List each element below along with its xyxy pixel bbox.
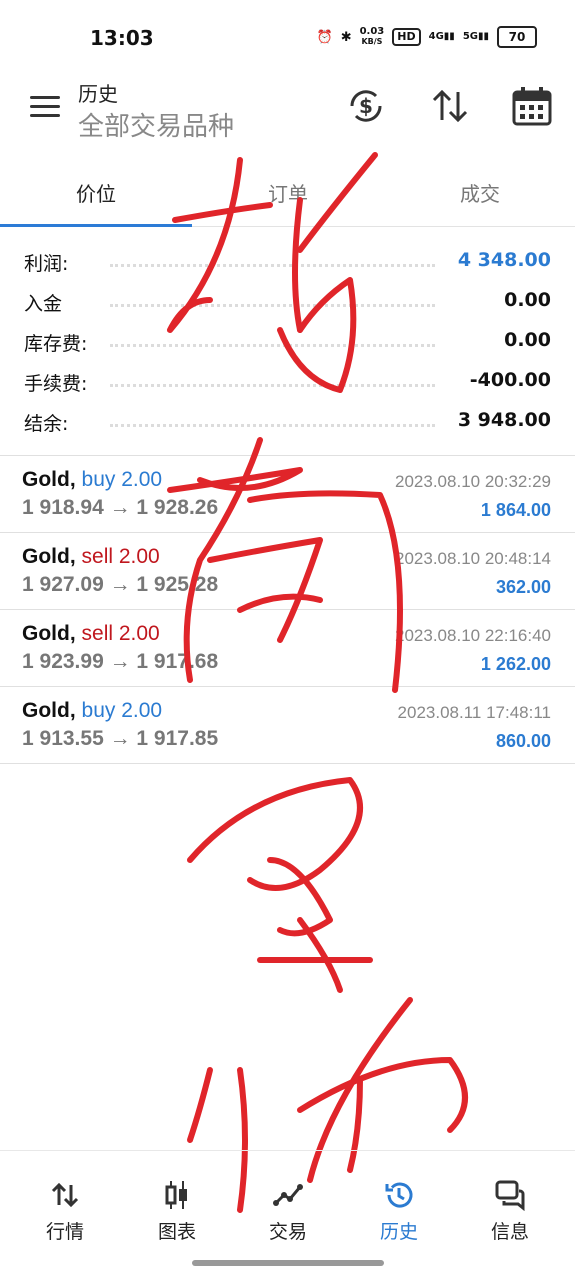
nav-label: 信息 xyxy=(490,1221,529,1243)
tab-prices[interactable]: 价位 xyxy=(0,178,192,207)
bluetooth-icon: ✱ xyxy=(340,29,352,45)
trade-time: 2023.08.11 17:48:11 xyxy=(397,703,551,722)
svg-text:$: $ xyxy=(359,94,373,118)
trade-time: 2023.08.10 20:32:29 xyxy=(395,472,551,491)
tab-orders[interactable]: 订单 xyxy=(192,178,384,207)
active-tab-indicator xyxy=(0,224,192,227)
summary-row-deposit: 入金 0.00 xyxy=(0,280,575,320)
nav-messages[interactable]: 信息 xyxy=(455,1179,565,1244)
hd-badge: HD xyxy=(392,28,421,46)
battery-icon: 70 xyxy=(497,26,537,48)
app-header: 历史 全部交易品种 $ xyxy=(0,70,575,155)
summary-panel: 利润: 4 348.00 入金 0.00 库存费: 0.00 手续费: -400… xyxy=(0,240,575,440)
trade-symbol: Gold, buy 2.00 xyxy=(22,468,163,491)
nav-trade[interactable]: 交易 xyxy=(233,1179,343,1244)
trade-prices: 1 927.09 → 1 925.28 xyxy=(22,573,219,596)
dotted-leader xyxy=(110,264,435,267)
trade-profit: 1 864.00 xyxy=(480,500,551,520)
signal-4g: 4G▮▮ xyxy=(428,31,455,42)
summary-row-commission: 手续费: -400.00 xyxy=(0,360,575,400)
history-icon xyxy=(385,1182,413,1208)
trade-row[interactable]: Gold, sell 2.00 1 927.09 → 1 925.28 2023… xyxy=(0,533,575,610)
summary-row-profit: 利润: 4 348.00 xyxy=(0,240,575,280)
trade-prices: 1 913.55 → 1 917.85 xyxy=(22,727,219,750)
trade-row[interactable]: Gold, sell 2.00 1 923.99 → 1 917.68 2023… xyxy=(0,610,575,687)
quotes-icon xyxy=(51,1182,79,1208)
nav-quotes[interactable]: 行情 xyxy=(10,1179,120,1244)
nav-label: 交易 xyxy=(268,1221,307,1243)
home-indicator[interactable] xyxy=(192,1260,384,1266)
page-title: 历史 xyxy=(78,82,118,106)
summary-value: -400.00 xyxy=(461,369,551,391)
tab-bar: 价位 订单 成交 xyxy=(0,160,575,227)
trade-side: buy 2.00 xyxy=(81,468,163,491)
trade-symbol: Gold, buy 2.00 xyxy=(22,699,163,722)
summary-label: 利润: xyxy=(24,249,77,276)
trade-symbol: Gold, sell 2.00 xyxy=(22,545,160,568)
summary-value: 0.00 xyxy=(496,329,551,351)
summary-value: 0.00 xyxy=(496,289,551,311)
network-speed: 0.03 KB/S xyxy=(359,26,385,47)
trade-time: 2023.08.10 22:16:40 xyxy=(395,626,551,645)
status-time: 13:03 xyxy=(90,26,154,50)
nav-history[interactable]: 历史 xyxy=(344,1179,454,1244)
trade-symbol: Gold, sell 2.00 xyxy=(22,622,160,645)
trade-prices: 1 918.94 → 1 928.26 xyxy=(22,496,219,519)
trade-side: sell 2.00 xyxy=(81,545,160,568)
summary-label: 库存费: xyxy=(24,329,96,356)
alarm-icon: ⏰ xyxy=(316,29,333,45)
messages-icon xyxy=(495,1180,525,1211)
calendar-icon[interactable] xyxy=(510,84,554,128)
nav-label: 历史 xyxy=(379,1221,418,1243)
summary-label: 手续费: xyxy=(24,369,96,396)
chart-icon xyxy=(165,1181,187,1209)
summary-label: 结余: xyxy=(24,409,77,436)
trade-side: buy 2.00 xyxy=(81,699,163,722)
summary-row-swap: 库存费: 0.00 xyxy=(0,320,575,360)
nav-label: 行情 xyxy=(45,1221,84,1243)
sort-icon[interactable] xyxy=(428,84,472,128)
currency-exchange-icon[interactable]: $ xyxy=(344,84,388,128)
status-bar: 13:03 ⏰ ✱ 0.03 KB/S HD 4G▮▮ 5G▮▮ 70 xyxy=(0,0,575,70)
summary-value: 4 348.00 xyxy=(449,249,551,271)
summary-row-balance: 结余: 3 948.00 xyxy=(0,400,575,440)
signal-5g: 5G▮▮ xyxy=(462,31,489,42)
nav-chart[interactable]: 图表 xyxy=(122,1179,232,1244)
trade-row[interactable]: Gold, buy 2.00 1 918.94 → 1 928.26 2023.… xyxy=(0,456,575,533)
trade-prices: 1 923.99 → 1 917.68 xyxy=(22,650,219,673)
summary-label: 入金 xyxy=(24,289,71,316)
nav-label: 图表 xyxy=(157,1221,196,1243)
dotted-leader xyxy=(110,424,435,427)
summary-value: 3 948.00 xyxy=(449,409,551,431)
trade-side: sell 2.00 xyxy=(81,622,160,645)
trade-profit: 362.00 xyxy=(495,577,551,597)
status-icons: ⏰ ✱ 0.03 KB/S HD 4G▮▮ 5G▮▮ 70 xyxy=(316,26,537,48)
dotted-leader xyxy=(110,304,435,307)
trade-profit: 860.00 xyxy=(495,731,551,751)
dotted-leader xyxy=(110,344,435,347)
tab-deals[interactable]: 成交 xyxy=(384,178,575,207)
menu-icon[interactable] xyxy=(30,96,60,118)
symbol-filter[interactable]: 全部交易品种 xyxy=(78,106,234,143)
dotted-leader xyxy=(110,384,435,387)
trade-row[interactable]: Gold, buy 2.00 1 913.55 → 1 917.85 2023.… xyxy=(0,687,575,764)
trade-icon xyxy=(273,1184,303,1206)
trade-time: 2023.08.10 20:48:14 xyxy=(395,549,551,568)
trade-profit: 1 262.00 xyxy=(480,654,551,674)
